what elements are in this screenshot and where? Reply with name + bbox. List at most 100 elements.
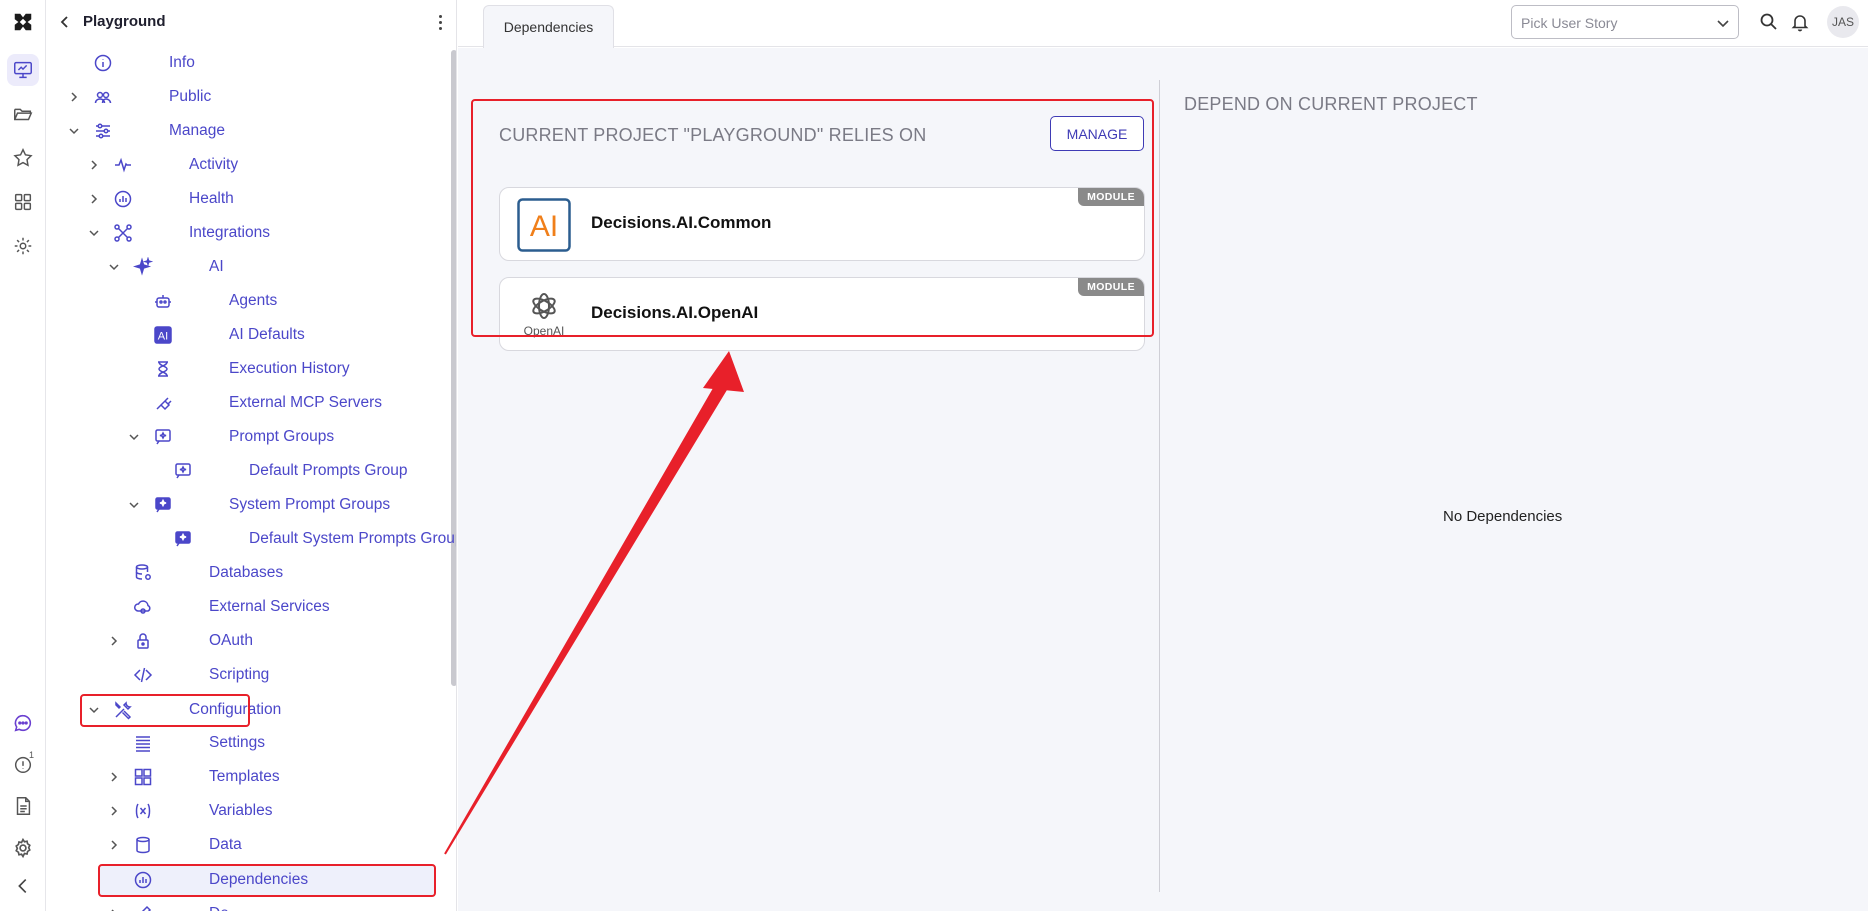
tree-item-info[interactable]: Info [47,48,447,78]
tree-item-agents[interactable]: Agents [47,286,447,316]
tree-item-default-prompts-group[interactable]: Default Prompts Group [47,456,447,486]
settings-cog-icon[interactable] [7,832,39,864]
back-button[interactable] [55,12,75,32]
tree-item-ai[interactable]: AI [47,252,447,282]
tree-item-label: Integrations [189,224,270,241]
tree-item-label: External MCP Servers [229,394,383,411]
templates-icon [133,767,153,787]
tree-item-health[interactable]: Health [47,184,447,214]
tree-item-label: Default System Prompts Group [249,530,457,547]
document-icon[interactable] [7,790,39,822]
project-tree-panel: Playground Info Public Manage Activity Healt… [47,0,457,911]
tree-item-label: Templates [209,768,280,785]
system-prompt-icon [173,529,193,549]
tree-item-label: External Services [209,598,330,615]
tree-item-default-system-prompts-group[interactable]: Default System Prompts Group [47,524,456,554]
prompt-group-icon [173,461,193,481]
tree-item-label: Databases [209,564,284,581]
tree-item-external-mcp-servers[interactable]: External MCP Servers [47,388,447,418]
tree-item-label: Health [189,190,234,207]
svg-text:AI: AI [158,331,168,343]
code-icon [133,665,153,685]
chevron-down-icon [1717,20,1729,28]
tree-item-label: Default Prompts Group [249,462,408,479]
tree-item-prompt-groups[interactable]: Prompt Groups [47,422,447,452]
collapse-chevron-icon[interactable] [7,870,39,902]
depend-on-title: DEPEND ON CURRENT PROJECT [1184,94,1478,114]
cylinder-icon [133,835,153,855]
tree-item-oauth[interactable]: OAuth [47,626,447,656]
tree-item-ai-defaults[interactable]: AI AI Defaults [47,320,447,350]
tree-header: Playground [47,0,456,44]
tab-dependencies[interactable]: Dependencies [483,5,614,48]
bell-icon[interactable] [1789,11,1811,33]
alert-count-badge: 1 [29,750,35,760]
tree-item-settings[interactable]: Settings [47,728,447,758]
tree-scrollbar[interactable] [451,50,456,686]
configuration-highlight-box [80,694,250,727]
chevron-right-icon[interactable] [107,634,121,648]
tree-item-label: De... [209,905,242,911]
avatar[interactable]: JAS [1827,6,1859,38]
tree-item-label: Execution History [229,360,350,377]
folder-open-icon[interactable] [7,98,39,130]
chevron-down-icon[interactable] [87,226,101,240]
gear-icon[interactable] [7,230,39,262]
relies-on-highlight-box [471,99,1154,337]
dependencies-page: CURRENT PROJECT "PLAYGROUND" RELIES ON M… [458,48,1868,911]
top-bar: Dependencies Pick User Story JAS [458,0,1868,48]
chevron-right-icon[interactable] [107,907,121,911]
ai-badge-icon: AI [153,325,173,345]
tree-item-label: AI [209,258,224,275]
tree-item-system-prompt-groups[interactable]: System Prompt Groups [47,490,447,520]
tree-item-label: Info [169,54,195,71]
star-icon[interactable] [7,142,39,174]
database-gear-icon [133,563,153,583]
plug-icon [153,393,173,413]
chevron-right-icon[interactable] [67,90,81,104]
tree-item-activity[interactable]: Activity [47,150,447,180]
chevron-right-icon[interactable] [107,770,121,784]
hourglass-icon [153,359,173,379]
tree-item-scripting[interactable]: Scripting [47,660,447,690]
tree-item-public[interactable]: Public [47,82,447,112]
project-dashboard-icon[interactable] [7,54,39,86]
chevron-down-icon[interactable] [127,430,141,444]
chevron-down-icon[interactable] [127,498,141,512]
logo-icon[interactable] [7,6,39,38]
tree-item-external-services[interactable]: External Services [47,592,447,622]
chevron-down-icon[interactable] [67,124,81,138]
list-lines-icon [133,733,153,753]
chat-icon[interactable] [7,707,39,739]
integrations-icon [113,223,133,243]
chevron-right-icon[interactable] [107,804,121,818]
tree-item-variables[interactable]: Variables [47,796,447,826]
tree-item-integrations[interactable]: Integrations [47,218,447,248]
tree-item-manage[interactable]: Manage [47,116,447,146]
tree-item-templates[interactable]: Templates [47,762,447,792]
tree-item-label: Data [209,836,242,853]
search-icon[interactable] [1758,11,1780,33]
tree-item-de[interactable]: De... [47,899,447,911]
more-options-icon[interactable] [435,12,445,32]
tree-item-label: Agents [229,292,278,309]
robot-icon [153,291,173,311]
people-icon [93,87,113,107]
chevron-right-icon[interactable] [107,838,121,852]
alert-info-icon[interactable]: 1 [7,748,39,780]
tree-item-label: Scripting [209,666,270,683]
chevron-right-icon[interactable] [87,192,101,206]
grid-apps-icon[interactable] [7,186,39,218]
tree-item-label: Variables [209,802,273,819]
chevron-right-icon[interactable] [87,158,101,172]
chevron-down-icon[interactable] [107,260,121,274]
project-title: Playground [83,13,166,30]
user-story-select[interactable]: Pick User Story [1511,5,1739,39]
icon-rail: 1 [0,0,46,911]
tree-item-data[interactable]: Data [47,830,447,860]
tree-item-label: System Prompt Groups [229,496,391,513]
tree-item-label: Prompt Groups [229,428,335,445]
tree-item-execution-history[interactable]: Execution History [47,354,447,384]
empty-state-text: No Dependencies [1443,508,1563,525]
tree-item-databases[interactable]: Databases [47,558,447,588]
